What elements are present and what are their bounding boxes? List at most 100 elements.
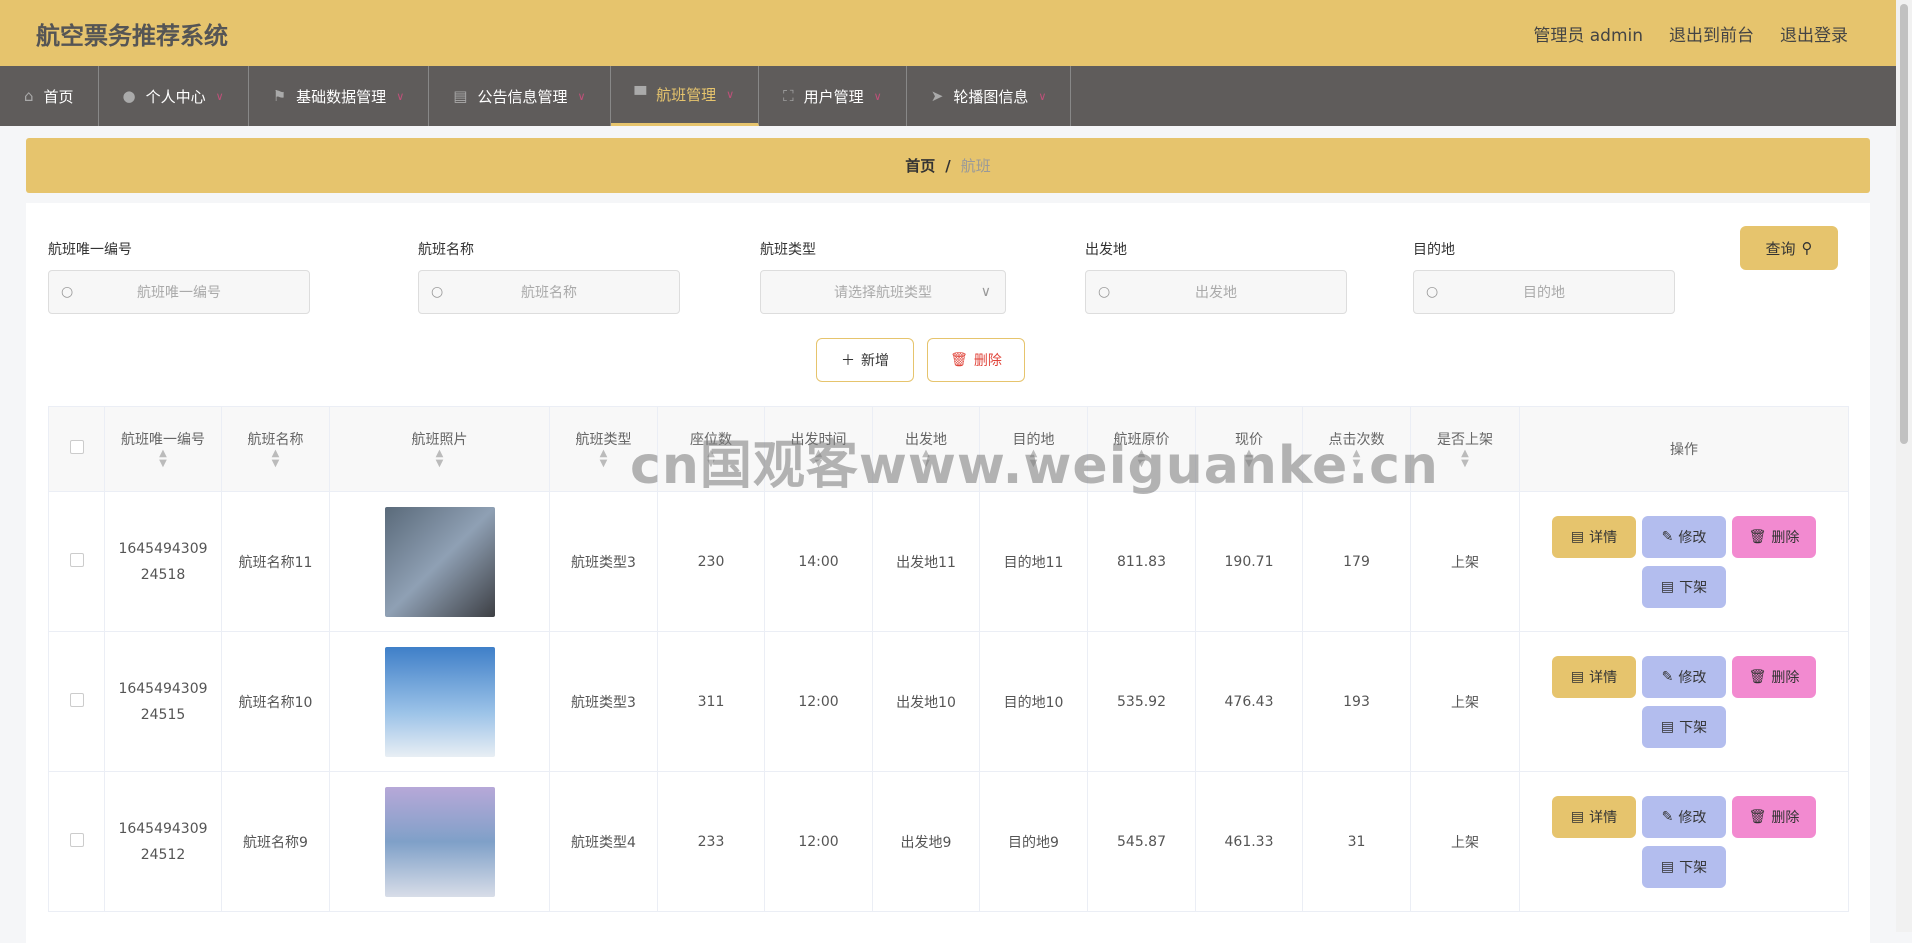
back-to-front-link[interactable]: 退出到前台 [1669,21,1754,46]
delete-row-button[interactable]: 🗑 删除 [1732,795,1816,838]
document-icon: ▤ [1660,718,1675,735]
plus-icon: ＋ [841,353,855,369]
btn-label: 删除 [1771,529,1800,546]
flag-icon: ⚑ [272,87,287,105]
placeholder: 目的地 [1523,285,1565,301]
admin-user[interactable]: 管理员 admin [1533,21,1643,46]
flight-id-input[interactable]: ○ 航班唯一编号 [48,270,310,314]
cell-time: 12:00 [764,771,873,912]
cell-text: 1645494309 24512 [118,820,208,863]
chevron-down-icon: ∨ [873,89,882,103]
delete-row-button[interactable]: 🗑 删除 [1732,515,1816,558]
cell-seats: 233 [657,771,765,912]
btn-label: 修改 [1678,809,1707,826]
btn-label: 下架 [1679,579,1708,596]
offshelf-button[interactable]: ▤ 下架 [1642,565,1726,608]
select-cell [48,631,105,772]
row-checkbox[interactable] [69,692,84,707]
user-icon: ● [122,87,136,105]
nav-basic-data[interactable]: ⚑ 基础数据管理 ∨ [249,66,430,126]
cell-status: 上架 [1410,771,1520,912]
column-label: 操作 [1670,442,1698,458]
flight-photo[interactable] [384,786,495,897]
delete-button[interactable]: 🗑 删除 [927,338,1025,382]
detail-button[interactable]: ▤ 详情 [1552,655,1636,698]
edit-button[interactable]: ✎ 修改 [1642,795,1726,838]
scrollbar-thumb[interactable] [1900,4,1908,444]
placeholder: 请选择航班类型 [834,285,932,301]
cell-id: 1645494309 24515 [104,631,222,772]
flight-name-input[interactable]: ○ 航班名称 [418,270,680,314]
flight-type-select[interactable]: 请选择航班类型 ∨ [760,270,1006,314]
chevron-down-icon: ∨ [726,88,735,101]
sort-icon[interactable]: ▲ ▼ [222,449,329,469]
cell-status: 上架 [1410,631,1520,772]
logout-link[interactable]: 退出登录 [1780,21,1848,46]
scrollbar[interactable] [1896,0,1912,932]
delete-row-button[interactable]: 🗑 删除 [1732,655,1816,698]
edit-button[interactable]: ✎ 修改 [1642,515,1726,558]
pencil-icon: ✎ [1661,668,1674,685]
nav-flights[interactable]: ▀ 航班管理 ∨ [610,66,760,126]
search-icon: ○ [1426,284,1439,300]
nav-label: 首页 [43,87,74,106]
cell-text: 476.43 [1224,693,1274,710]
row-checkbox[interactable] [69,832,84,847]
cell-text: 461.33 [1224,833,1274,850]
nav-personal[interactable]: ● 个人中心 ∨ [99,66,249,126]
column-header[interactable]: 航班照片 ▲ ▼ [329,406,550,492]
select-cell [48,771,105,912]
nav-carousel[interactable]: ➤ 轮播图信息 ∨ [907,66,1072,126]
column-header[interactable]: 航班唯一编号 ▲ ▼ [104,406,222,492]
flight-photo[interactable] [384,506,495,617]
main-nav: ⌂ 首页 ● 个人中心 ∨ ⚑ 基础数据管理 ∨ ▤ 公告信息管理 ∨ ▀ 航班管理 ∨ ⛶ 用户管… [0,66,1896,126]
search-icon: ○ [431,284,444,300]
edit-button[interactable]: ✎ 修改 [1642,655,1726,698]
app-title: 航空票务推荐系统 [36,21,228,50]
breadcrumb-home[interactable]: 首页 [905,155,935,176]
cell-photo [329,771,550,912]
nav-notice[interactable]: ▤ 公告信息管理 ∨ [429,66,611,126]
cell-clicks: 31 [1302,771,1411,912]
cell-status: 上架 [1410,491,1520,632]
column-header[interactable]: 航班名称 ▲ ▼ [221,406,330,492]
cell-text: 出发地11 [896,554,956,571]
cell-text: 目的地11 [1003,554,1064,571]
cell-text: 1645494309 24518 [118,540,208,583]
placeholder: 出发地 [1195,285,1237,301]
departure-input[interactable]: ○ 出发地 [1085,270,1347,314]
cell-id: 1645494309 24512 [104,771,222,912]
chevron-down-icon: ∨ [215,89,224,103]
cell-text: 目的地10 [1003,694,1064,711]
cell-text: 12:00 [798,833,839,850]
cell-text: 233 [697,833,725,850]
select-all-checkbox[interactable] [69,440,84,454]
cell-actions: ▤ 详情 ✎ 修改 🗑 删除 ▤ 下架 [1519,631,1849,772]
cell-text: 230 [697,553,725,570]
offshelf-button[interactable]: ▤ 下架 [1642,705,1726,748]
query-button[interactable]: 查询 ⚲ [1740,226,1838,270]
select-cell [48,491,105,632]
btn-label: 下架 [1679,719,1708,736]
detail-button[interactable]: ▤ 详情 [1552,515,1636,558]
nav-users[interactable]: ⛶ 用户管理 ∨ [759,66,907,126]
chevron-down-icon: ∨ [980,284,991,300]
offshelf-button[interactable]: ▤ 下架 [1642,845,1726,888]
sort-icon[interactable]: ▲ ▼ [105,449,221,469]
cell-from: 出发地10 [872,631,980,772]
cell-text: 航班名称10 [238,694,313,711]
delete-label: 删除 [973,353,1002,369]
nav-label: 航班管理 [656,86,717,104]
add-button[interactable]: ＋ 新增 [816,338,914,382]
nav-home[interactable]: ⌂ 首页 [0,66,99,126]
destination-input[interactable]: ○ 目的地 [1413,270,1675,314]
sort-icon[interactable]: ▲ ▼ [330,449,549,469]
detail-button[interactable]: ▤ 详情 [1552,795,1636,838]
column-label: 航班名称 [247,432,304,448]
row-checkbox[interactable] [69,552,84,567]
top-header: 航空票务推荐系统 管理员 admin 退出到前台 退出登录 [0,0,1896,66]
breadcrumb-separator: / [945,156,951,175]
document-icon: ▤ [1660,578,1675,595]
flight-photo[interactable] [384,646,495,757]
nav-label: 轮播图信息 [953,87,1029,106]
